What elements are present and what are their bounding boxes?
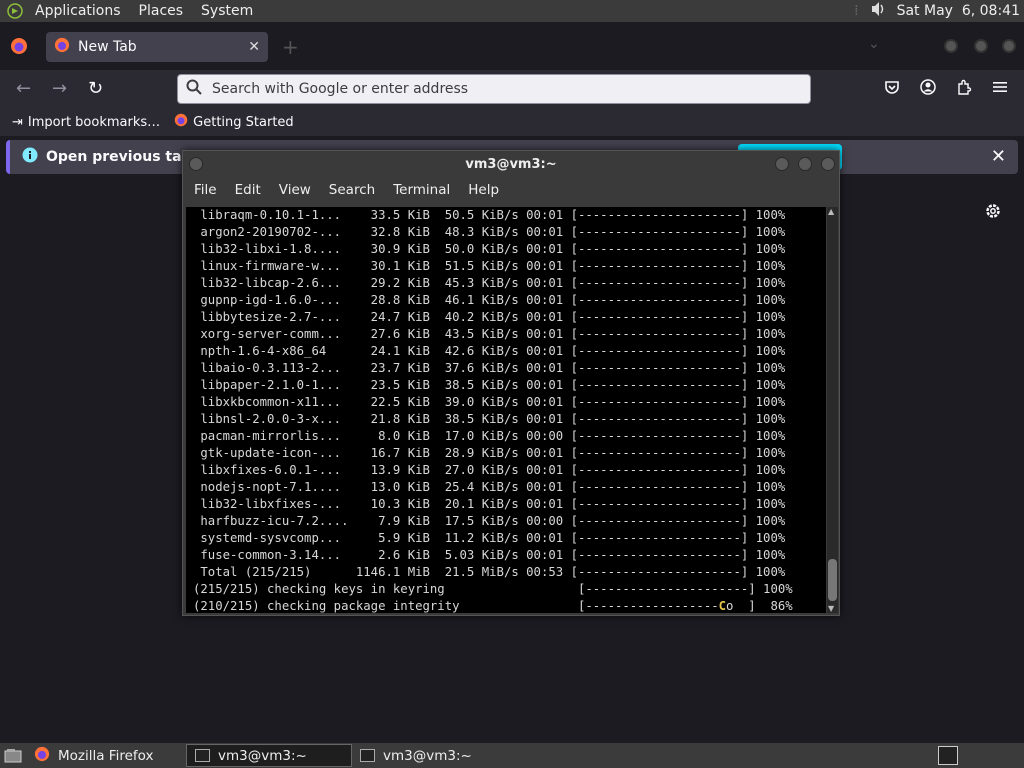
address-placeholder: Search with Google or enter address (212, 81, 469, 97)
terminal-line: nodejs-nopt-7.1.... 13.0 KiB 25.4 KiB/s … (193, 480, 786, 494)
progress-text: (210/215) checking package integrity [--… (193, 599, 719, 613)
account-icon[interactable] (920, 79, 936, 99)
progress-cursor: C (718, 599, 727, 613)
terminal-window: vm3@vm3:~ File Edit View Search Terminal… (182, 150, 840, 616)
firefox-icon (34, 746, 50, 766)
volume-icon[interactable] (869, 0, 887, 22)
scroll-down-arrow-icon[interactable]: ▼ (828, 604, 834, 613)
places-menu[interactable]: Places (130, 0, 193, 22)
tab-title: New Tab (78, 39, 137, 55)
taskbar-item-label: vm3@vm3:~ (218, 747, 307, 764)
menu-help[interactable]: Help (459, 182, 508, 198)
menu-view[interactable]: View (270, 182, 320, 198)
import-bookmarks-link[interactable]: ⇥ Import bookmarks… (12, 115, 160, 130)
terminal-line: libaio-0.3.113-2... 23.7 KiB 37.6 KiB/s … (193, 361, 786, 375)
terminal-line: fuse-common-3.14... 2.6 KiB 5.03 KiB/s 0… (193, 548, 786, 562)
close-window-button[interactable] (821, 157, 835, 171)
bookmarks-toolbar: ⇥ Import bookmarks… Getting Started (0, 108, 1024, 136)
gear-icon[interactable] (984, 202, 1002, 224)
menu-edit[interactable]: Edit (226, 182, 270, 198)
applications-menu[interactable]: Applications (26, 0, 130, 22)
extensions-icon[interactable] (956, 79, 972, 99)
terminal-line: xorg-server-comm... 27.6 KiB 43.5 KiB/s … (193, 327, 786, 341)
terminal-line: libxkbcommon-x11... 22.5 KiB 39.0 KiB/s … (193, 395, 786, 409)
terminal-line: npth-1.6-4-x86_64 24.1 KiB 42.6 KiB/s 00… (193, 344, 786, 358)
terminal-icon (195, 749, 210, 762)
terminal-title: vm3@vm3:~ (465, 156, 557, 172)
scrollbar-thumb[interactable] (828, 559, 837, 601)
taskbar-item-label: Mozilla Firefox (58, 747, 154, 764)
terminal-line-last: (210/215) checking package integrity [--… (193, 598, 826, 613)
terminal-line: harfbuzz-icu-7.2.... 7.9 KiB 17.5 KiB/s … (193, 514, 786, 528)
menu-search[interactable]: Search (320, 182, 384, 198)
minimize-window-button[interactable] (944, 39, 958, 53)
terminal-line: libbytesize-2.7-... 24.7 KiB 40.2 KiB/s … (193, 310, 786, 324)
taskbar-item-terminal-2[interactable]: vm3@vm3:~ (352, 744, 480, 767)
workspace-switcher[interactable] (938, 746, 958, 765)
terminal-icon (360, 749, 375, 762)
terminal-line: pacman-mirrorlis... 8.0 KiB 17.0 KiB/s 0… (193, 429, 786, 443)
terminal-line: linux-firmware-w... 30.1 KiB 51.5 KiB/s … (193, 259, 786, 273)
chevron-down-icon[interactable]: ⌄ (868, 36, 880, 52)
tab-new-tab[interactable]: New Tab ✕ (46, 32, 268, 62)
terminal-line: systemd-sysvcomp... 5.9 KiB 11.2 KiB/s 0… (193, 531, 786, 545)
firefox-nav-toolbar: ← → ↻ Search with Google or enter addres… (0, 70, 1024, 108)
panel-separator-icon: ⁞ (854, 3, 859, 19)
address-bar[interactable]: Search with Google or enter address (177, 74, 811, 104)
close-notification-icon[interactable]: ✕ (991, 146, 1006, 167)
getting-started-link[interactable]: Getting Started (174, 113, 294, 131)
taskbar-item-label: vm3@vm3:~ (383, 747, 472, 764)
terminal-menubar: File Edit View Search Terminal Help (183, 177, 839, 203)
terminal-title-bar[interactable]: vm3@vm3:~ (183, 151, 839, 177)
menu-terminal[interactable]: Terminal (384, 182, 459, 198)
window-menu-button[interactable] (189, 157, 203, 171)
close-window-button[interactable] (1002, 39, 1016, 53)
import-bookmarks-label: Import bookmarks… (27, 114, 161, 130)
firefox-view-icon[interactable] (10, 37, 28, 59)
terminal-line: libraqm-0.10.1-1... 33.5 KiB 50.5 KiB/s … (193, 208, 786, 222)
terminal-line: argon2-20190702-... 32.8 KiB 48.3 KiB/s … (193, 225, 786, 239)
back-arrow-icon[interactable]: ← (16, 78, 31, 99)
terminal-line: gupnp-igd-1.6.0-... 28.8 KiB 46.1 KiB/s … (193, 293, 786, 307)
terminal-scrollbar[interactable]: ▲ ▼ (827, 207, 838, 613)
scroll-up-arrow-icon[interactable]: ▲ (828, 207, 834, 216)
bottom-taskbar: Mozilla Firefox vm3@vm3:~ vm3@vm3:~ (0, 743, 1024, 768)
forward-arrow-icon[interactable]: → (52, 78, 67, 99)
terminal-line: lib32-libxi-1.8.... 30.9 KiB 50.0 KiB/s … (193, 242, 786, 256)
terminal-lines: libraqm-0.10.1-1... 33.5 KiB 50.5 KiB/s … (193, 207, 826, 598)
firefox-icon (174, 113, 188, 131)
firefox-icon (54, 37, 70, 57)
maximize-window-button[interactable] (974, 39, 988, 53)
hamburger-menu-icon[interactable] (992, 79, 1008, 99)
minimize-window-button[interactable] (775, 157, 789, 171)
terminal-line: gtk-update-icon-... 16.7 KiB 28.9 KiB/s … (193, 446, 786, 460)
close-tab-icon[interactable]: ✕ (248, 39, 260, 55)
maximize-window-button[interactable] (798, 157, 812, 171)
taskbar-item-terminal-1[interactable]: vm3@vm3:~ (186, 744, 352, 767)
terminal-line: lib32-libxfixes-... 10.3 KiB 20.1 KiB/s … (193, 497, 786, 511)
info-icon (22, 147, 38, 167)
pocket-icon[interactable] (884, 79, 900, 99)
terminal-line: (215/215) checking keys in keyring [----… (193, 582, 793, 596)
show-desktop-icon[interactable] (0, 744, 26, 767)
menu-file[interactable]: File (185, 182, 226, 198)
taskbar-item-firefox[interactable]: Mozilla Firefox (26, 744, 186, 767)
progress-percent: o ] 86% (726, 599, 793, 613)
system-menu[interactable]: System (192, 0, 262, 22)
terminal-line: libxfixes-6.0.1-... 13.9 KiB 27.0 KiB/s … (193, 463, 786, 477)
clock[interactable]: Sat May 6, 08:41 (897, 3, 1020, 19)
terminal-line: libnsl-2.0.0-3-x... 21.8 KiB 38.5 KiB/s … (193, 412, 786, 426)
terminal-line: libpaper-2.1.0-1... 23.5 KiB 38.5 KiB/s … (193, 378, 786, 392)
search-icon (186, 79, 202, 99)
distro-logo-icon[interactable] (4, 0, 26, 22)
terminal-output[interactable]: libraqm-0.10.1-1... 33.5 KiB 50.5 KiB/s … (186, 207, 826, 613)
import-icon: ⇥ (12, 114, 23, 130)
firefox-tab-bar: New Tab ✕ + ⌄ (0, 22, 1024, 70)
top-panel: Applications Places System ⁞ Sat May 6, … (0, 0, 1024, 22)
new-tab-icon[interactable]: + (282, 35, 299, 59)
getting-started-label: Getting Started (193, 114, 294, 130)
terminal-line: lib32-libcap-2.6... 29.2 KiB 45.3 KiB/s … (193, 276, 786, 290)
terminal-line: Total (215/215) 1146.1 MiB 21.5 MiB/s 00… (193, 565, 786, 579)
reload-icon[interactable]: ↻ (88, 78, 103, 99)
